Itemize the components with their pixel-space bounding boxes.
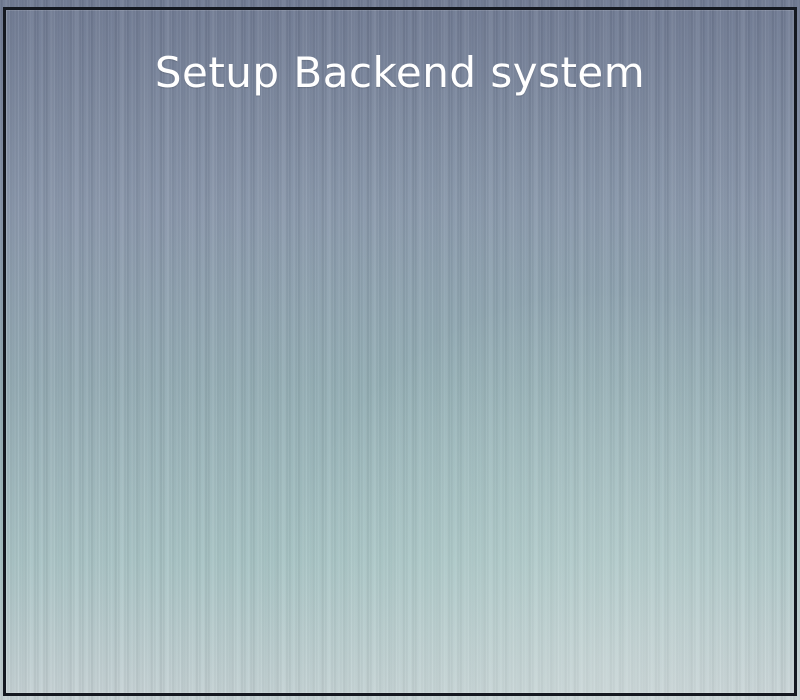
window-border [3,7,797,696]
page-title: Setup Backend system [154,48,646,97]
setup-window: Setup Backend system [0,0,800,700]
